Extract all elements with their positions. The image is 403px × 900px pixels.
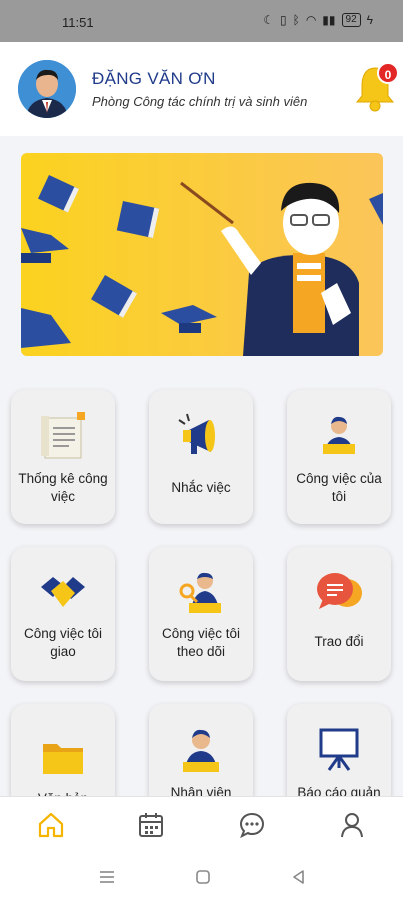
wifi-icon: ◠ [305,13,317,27]
megaphone-icon [178,413,215,454]
tile-cong-viec-toi-theo-doi[interactable]: Công việc tôi theo dõi [149,547,253,681]
tile-label: Công việc tôi giao [23,626,103,659]
charging-icon: ϟ [366,13,373,27]
tile-thong-ke-cong-viec[interactable]: Thống kê công việc [11,390,115,524]
avatar[interactable] [18,60,76,118]
person-icon [323,416,355,454]
user-name: ĐẶNG VĂN ƠN [92,69,216,88]
header: ĐẶNG VĂN ƠN Phòng Công tác chính trị và … [0,42,403,136]
tile-trao-doi[interactable]: Trao đổi [287,547,391,681]
tile-label: Trao đổi [314,634,364,649]
tile-label: Công việc của tôi [296,471,382,504]
user-icon[interactable] [338,811,366,839]
vibrate-icon: ▯ [280,13,287,27]
notification-badge: 0 [377,62,399,84]
status-bar: 11:51 ☾ ▯ ᛒ ◠ ▮▮ 92 ϟ [0,0,403,42]
home-button-icon[interactable] [194,868,212,886]
bluetooth-icon: ᛒ [292,13,300,27]
signal-icon: ▮▮ [322,13,336,27]
presentation-icon [319,728,359,771]
tile-label: Nhắc việc [171,480,231,495]
home-icon[interactable] [37,811,65,839]
tile-label: Thống kê công việc [18,471,108,504]
status-icons: ☾ ▯ ᛒ ◠ ▮▮ 92 ϟ [263,13,373,27]
message-icon[interactable] [238,811,266,839]
user-department: Phòng Công tác chính trị và sinh viên [92,94,308,109]
tile-label: Công việc tôi theo dõi [161,626,241,659]
battery-icon: 92 [341,13,361,27]
chat-icon [317,573,362,609]
employee-icon [183,729,219,772]
calendar-icon[interactable] [137,811,165,839]
tile-nhac-viec[interactable]: Nhắc việc [149,390,253,524]
status-time: 11:51 [62,15,94,30]
tile-cong-viec-toi-giao[interactable]: Công việc tôi giao [11,547,115,681]
menu-icon[interactable] [98,868,116,886]
folder-icon [43,744,83,774]
bottom-nav [0,796,403,852]
tile-cong-viec-cua-toi[interactable]: Công việc của tôi [287,390,391,524]
back-icon[interactable] [290,868,308,886]
search-person-icon [179,572,221,613]
moon-icon: ☾ [263,13,274,27]
handshake-icon [41,577,85,607]
banner-image [21,153,383,356]
system-nav-bar [0,852,403,900]
report-icon [41,412,85,459]
